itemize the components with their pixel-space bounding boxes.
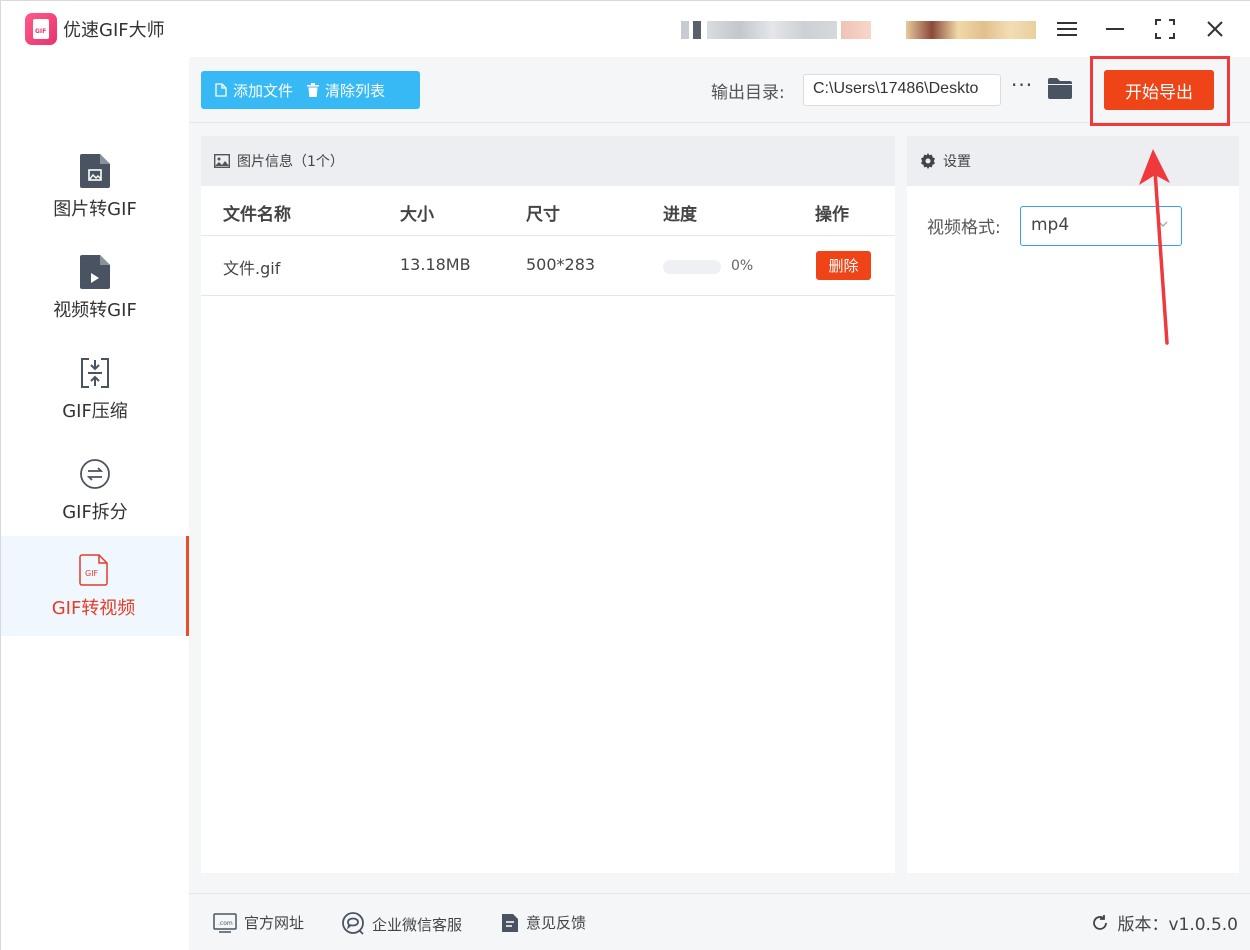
- file-icon: [215, 83, 227, 97]
- column-header-action: 操作: [815, 205, 849, 225]
- close-icon: [1207, 21, 1223, 37]
- feedback-link[interactable]: 意见反馈: [501, 912, 586, 933]
- file-list-panel: 图片信息（1个） 文件名称 大小 尺寸 进度 操作 文件.gif 13.18MB…: [201, 136, 895, 873]
- open-folder-button[interactable]: [1047, 77, 1073, 103]
- sidebar-item-video-to-gif[interactable]: 视频转GIF: [1, 238, 189, 338]
- delete-button[interactable]: 删除: [816, 251, 871, 280]
- app-logo: GIF: [25, 13, 57, 45]
- file-list-header: 图片信息（1个）: [201, 136, 895, 186]
- start-export-button[interactable]: 开始导出: [1104, 70, 1214, 110]
- refresh-icon: [1093, 914, 1108, 930]
- file-list-title: 图片信息（1个）: [237, 154, 344, 170]
- gif-file-icon: GIF: [78, 552, 110, 588]
- sidebar-item-gif-to-video[interactable]: GIF GIF转视频: [1, 536, 189, 636]
- maximize-button[interactable]: [1147, 11, 1183, 47]
- split-icon: [79, 456, 111, 492]
- sidebar-item-label: GIF转视频: [51, 598, 136, 619]
- hamburger-icon: [1057, 22, 1077, 36]
- sidebar: 图片转GIF 视频转GIF GIF压缩 GIF拆分 GIF GIF转视频: [1, 57, 189, 950]
- chat-icon: [341, 912, 365, 936]
- trash-icon: [307, 83, 320, 97]
- add-files-button[interactable]: 添加文件: [201, 71, 293, 109]
- feedback-icon: [501, 913, 519, 933]
- gear-icon: [920, 153, 936, 169]
- version-info[interactable]: 版本：v1.0.5.0: [1091, 910, 1238, 935]
- footer: .com 官方网址 企业微信客服 意见反馈 版本：v1.0.5.0: [189, 893, 1250, 950]
- menu-button[interactable]: [1049, 11, 1085, 47]
- svg-text:GIF: GIF: [85, 569, 99, 578]
- file-name: 文件.gif: [223, 259, 281, 278]
- sidebar-item-label: GIF拆分: [62, 502, 128, 523]
- output-dir-field[interactable]: C:\Users\17486\Deskto: [803, 74, 1001, 106]
- file-size: 13.18MB: [400, 255, 471, 274]
- folder-icon: [1048, 78, 1072, 99]
- official-website-link[interactable]: .com 官方网址: [213, 912, 304, 933]
- app-title: 优速GIF大师: [63, 20, 165, 41]
- table-row: 文件.gif 13.18MB 500*283 0% 删除: [201, 236, 895, 296]
- annotation-arrow: [1139, 149, 1170, 345]
- progress-text: 0%: [731, 258, 754, 274]
- close-button[interactable]: [1197, 11, 1233, 47]
- compress-icon: [79, 355, 111, 391]
- output-dir-label: 输出目录:: [711, 83, 785, 103]
- minimize-button[interactable]: [1097, 11, 1133, 47]
- image-file-icon: [79, 153, 111, 189]
- minimize-icon: [1106, 28, 1124, 30]
- column-header-size: 大小: [400, 205, 434, 225]
- column-header-dimensions: 尺寸: [526, 205, 560, 225]
- table-header: 文件名称 大小 尺寸 进度 操作: [201, 186, 895, 236]
- progress-bar: [663, 260, 721, 274]
- video-file-icon: [79, 254, 111, 290]
- settings-header: 设置: [907, 136, 1239, 186]
- file-dimensions: 500*283: [526, 255, 596, 274]
- browse-more-button[interactable]: ···: [1011, 73, 1033, 97]
- sidebar-item-gif-compress[interactable]: GIF压缩: [1, 339, 189, 439]
- settings-panel: 设置 视频格式: mp4: [907, 136, 1239, 873]
- main-area: 添加文件 清除列表 输出目录: C:\Users\17486\Deskto ··…: [189, 56, 1250, 950]
- sidebar-item-gif-split[interactable]: GIF拆分: [1, 440, 189, 540]
- picture-icon: [214, 154, 230, 168]
- column-header-name: 文件名称: [223, 205, 291, 225]
- column-header-progress: 进度: [663, 205, 697, 225]
- website-icon: .com: [213, 912, 237, 933]
- fullscreen-icon: [1155, 19, 1175, 39]
- video-format-value: mp4: [1031, 215, 1070, 235]
- sidebar-item-label: 图片转GIF: [53, 199, 137, 220]
- wechat-support-link[interactable]: 企业微信客服: [341, 912, 462, 936]
- toolbar: 添加文件 清除列表 输出目录: C:\Users\17486\Deskto ··…: [189, 56, 1250, 126]
- clear-list-button[interactable]: 清除列表: [293, 71, 385, 109]
- sidebar-item-label: GIF压缩: [62, 401, 128, 422]
- title-bar: GIF 优速GIF大师: [1, 1, 1250, 57]
- settings-title: 设置: [943, 154, 971, 170]
- video-format-label: 视频格式:: [927, 218, 1001, 238]
- sidebar-item-image-to-gif[interactable]: 图片转GIF: [1, 137, 189, 237]
- file-actions-group: 添加文件 清除列表: [201, 71, 420, 109]
- svg-text:.com: .com: [218, 920, 233, 927]
- app-window: GIF 优速GIF大师 图片转GIF 视频转GIF GIF压缩 GIF拆分 GI…: [0, 0, 1250, 950]
- sidebar-item-label: 视频转GIF: [53, 300, 137, 321]
- redacted-account-info: [681, 15, 1036, 45]
